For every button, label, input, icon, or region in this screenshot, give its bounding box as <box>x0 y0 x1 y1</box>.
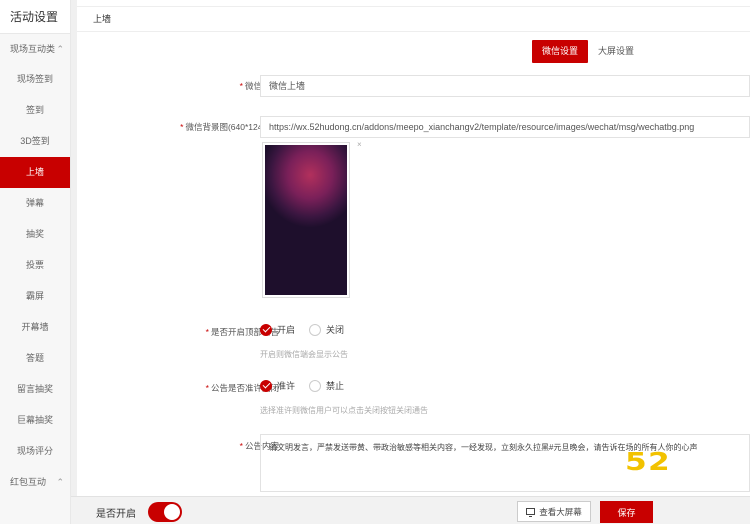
monitor-icon <box>526 508 536 517</box>
notice-close-hint: 选择准许则微信用户可以点击关闭按钮关闭通告 <box>260 406 428 415</box>
sidebar-item-3d-checkin[interactable]: 3D签到 <box>0 126 70 157</box>
page-title: 上墙 <box>77 6 750 32</box>
notice-top-hint: 开启则微信端会显示公告 <box>260 350 348 359</box>
sidebar-item-dominate-screen[interactable]: 霸屏 <box>0 281 70 312</box>
sidebar-group-label: 红包互动 <box>10 477 47 487</box>
chevron-up-icon: ⌃ <box>56 477 64 487</box>
enable-label: 是否开启 <box>96 509 136 520</box>
chevron-up-icon: ⌃ <box>56 44 64 54</box>
notice-close-opt-allow-label: 准许 <box>277 381 296 391</box>
sidebar-item-vote[interactable]: 投票 <box>0 250 70 281</box>
notice-content-textarea[interactable]: 请文明发言，严禁发送带黄、带政治敏感等相关内容，一经发现，立刻永久拉黑#元旦晚会… <box>260 434 750 492</box>
wechat-title-input[interactable]: 微信上墙 <box>260 75 750 97</box>
settings-tabs: 微信设置 大屏设置 <box>532 40 645 63</box>
main-panel: 上墙 微信设置 大屏设置 *微信标题 微信上墙 *微信背景图(640*1240p… <box>77 0 750 524</box>
sidebar-group-redpacket[interactable]: 红包互动 ⌃ <box>0 467 70 497</box>
save-button[interactable]: 保存 <box>600 501 653 523</box>
sidebar-group-onsite[interactable]: 现场互动类 ⌃ <box>0 34 70 64</box>
sidebar-item-opening-wall[interactable]: 开幕墙 <box>0 312 70 343</box>
sidebar-item-onsite-checkin[interactable]: 现场签到 <box>0 64 70 95</box>
notice-close-radio-forbid[interactable] <box>309 379 322 392</box>
sidebar-item-wall[interactable]: 上墙 <box>0 157 70 188</box>
notice-top-opt-off-label: 关闭 <box>326 325 345 335</box>
sidebar-item-onsite-rating[interactable]: 现场评分 <box>0 436 70 467</box>
sidebar-item-quiz[interactable]: 答题 <box>0 343 70 374</box>
view-screen-button[interactable]: 查看大屏幕 <box>517 501 591 522</box>
sidebar-item-checkin[interactable]: 签到 <box>0 95 70 126</box>
view-screen-label: 查看大屏幕 <box>539 506 582 517</box>
notice-top-radio-on[interactable] <box>260 323 272 336</box>
notice-top-opt-on-label: 开启 <box>277 325 296 335</box>
notice-close-radio-group: 准许 禁止 <box>260 379 358 392</box>
bottom-bar: 是否开启 查看大屏幕 保存 <box>71 496 750 524</box>
notice-close-radio-allow[interactable] <box>260 379 272 392</box>
wechat-bg-url-input[interactable]: https://wx.52hudong.cn/addons/meepo_xian… <box>260 116 750 138</box>
toggle-knob <box>164 504 180 520</box>
enable-toggle[interactable] <box>148 502 182 522</box>
sidebar-group-label: 现场互动类 <box>10 44 56 54</box>
wechat-bg-image <box>265 145 347 295</box>
sidebar-item-giant-lottery[interactable]: 巨幕抽奖 <box>0 405 70 436</box>
sidebar-item-message-lottery[interactable]: 留言抽奖 <box>0 374 70 405</box>
close-icon[interactable]: × <box>357 140 362 149</box>
sidebar-title: 活动设置 <box>0 0 70 34</box>
sidebar-items: 现场签到 签到 3D签到 上墙 弹幕 抽奖 投票 霸屏 开幕墙 答题 留言抽奖 … <box>0 64 70 467</box>
notice-close-opt-forbid-label: 禁止 <box>326 381 345 391</box>
notice-top-radio-off[interactable] <box>309 323 322 336</box>
wechat-bg-preview <box>262 142 350 298</box>
tab-screen-settings[interactable]: 大屏设置 <box>588 40 645 63</box>
sidebar-item-danmaku[interactable]: 弹幕 <box>0 188 70 219</box>
tab-wechat-settings[interactable]: 微信设置 <box>532 40 589 63</box>
watermark-logo: 52 <box>625 447 671 476</box>
sidebar-item-lottery[interactable]: 抽奖 <box>0 219 70 250</box>
notice-top-radio-group: 开启 关闭 <box>260 323 358 336</box>
sidebar: 活动设置 现场互动类 ⌃ 现场签到 签到 3D签到 上墙 弹幕 抽奖 投票 霸屏… <box>0 0 71 524</box>
